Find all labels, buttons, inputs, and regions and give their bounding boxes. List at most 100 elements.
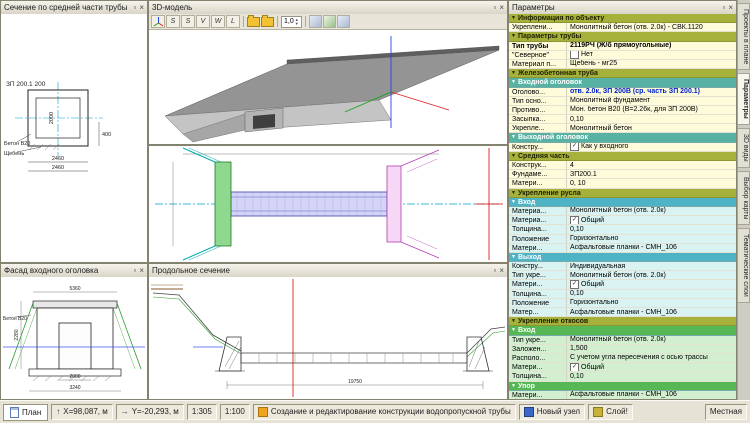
collapse-chevron-icon[interactable]: ▼	[509, 317, 518, 325]
checkbox-checked[interactable]: ✓	[570, 216, 579, 224]
panel-title-bar[interactable]: Сечение по средней части трубы ▫ ×	[1, 1, 147, 15]
checkbox-checked[interactable]: ✓	[570, 363, 579, 371]
param-section-header[interactable]: ▼Укрепление откосов	[509, 317, 736, 326]
param-row[interactable]: Матери...Асфальтовые планки - СМН_106	[509, 244, 736, 253]
open-folder-icon[interactable]	[247, 17, 260, 27]
longitudinal-canvas[interactable]: 19750	[149, 277, 507, 399]
param-row[interactable]: Матер...Асфальтовые планки - СМН_106	[509, 308, 736, 317]
scale-spinner[interactable]: 1,0 ▲▼	[281, 16, 302, 28]
param-value[interactable]: 4	[567, 161, 736, 169]
param-row[interactable]: Тип трубы2119РЧ (Ж/б прямоугольные)	[509, 42, 736, 51]
collapse-chevron-icon[interactable]: ▼	[509, 14, 518, 22]
3d-viewport[interactable]	[149, 30, 507, 144]
section-scale-selector[interactable]: 1:100	[220, 404, 250, 420]
lines-button[interactable]: L	[226, 15, 240, 28]
volume-button[interactable]: V	[196, 15, 210, 28]
param-value[interactable]: Горизонтально	[567, 235, 736, 243]
collapse-chevron-icon[interactable]: ▼	[509, 32, 518, 40]
param-subsection-header[interactable]: ▼Вход	[509, 326, 736, 335]
param-value[interactable]: 0,10	[567, 290, 736, 298]
collapse-chevron-icon[interactable]: ▼	[509, 382, 518, 390]
panel-title-bar[interactable]: Фасад входного оголовка ▫ ×	[1, 264, 147, 278]
param-row[interactable]: Тип осно...Монолитный фундамент	[509, 97, 736, 106]
param-value[interactable]: 0,10	[567, 372, 736, 380]
checkbox-unchecked[interactable]	[570, 51, 579, 59]
param-value[interactable]: 0,10	[567, 225, 736, 233]
param-row[interactable]: ПоложениеГоризонтально	[509, 235, 736, 244]
param-value[interactable]: отв. 2.0к, ЗП 200В (ср. часть ЗП 200.1)	[567, 88, 736, 96]
param-row[interactable]: "Северное"Нет	[509, 51, 736, 60]
param-row[interactable]: Укрепле...Монолитный бетон	[509, 124, 736, 133]
param-row[interactable]: Материа...✓Общий	[509, 216, 736, 225]
param-value[interactable]: Монолитный бетон	[567, 124, 736, 132]
param-subsection-header[interactable]: ▼Вход	[509, 198, 736, 207]
param-value[interactable]: Горизонтально	[567, 299, 736, 307]
param-row[interactable]: Толщина...0,10	[509, 372, 736, 381]
collapse-chevron-icon[interactable]: ▼	[509, 78, 518, 86]
param-row[interactable]: Заложен...1,500	[509, 345, 736, 354]
param-subsection-header[interactable]: ▼Упор	[509, 382, 736, 391]
side-tab-проекты-в-плане[interactable]: Проекты в плане	[738, 3, 750, 70]
side-tab-параметры[interactable]: Параметры	[738, 73, 750, 125]
collapse-chevron-icon[interactable]: ▼	[509, 152, 518, 160]
surface-mode-button[interactable]: S	[166, 15, 180, 28]
param-subsection-header[interactable]: ▼Входной оголовок	[509, 78, 736, 87]
shading-mode-icon[interactable]	[337, 15, 350, 28]
render-mode-icon[interactable]	[323, 15, 336, 28]
plan-scale-selector[interactable]: 1:305	[187, 404, 217, 420]
checkbox-checked[interactable]: ✓	[570, 280, 579, 288]
param-row[interactable]: Засыпка...0,10	[509, 115, 736, 124]
param-value[interactable]: Асфальтовые планки - СМН_106	[567, 308, 736, 316]
param-section-header[interactable]: ▼Параметры трубы	[509, 32, 736, 41]
param-value[interactable]: Нет	[567, 51, 736, 59]
close-icon[interactable]: ×	[139, 3, 144, 13]
param-row[interactable]: Оголово...отв. 2.0к, ЗП 200В (ср. часть …	[509, 88, 736, 97]
param-value[interactable]: 0,10	[567, 115, 736, 123]
param-section-header[interactable]: ▼Средняя часть	[509, 152, 736, 161]
param-row[interactable]: Матери...Асфальтовые планки - СМН_106	[509, 391, 736, 399]
float-window-icon[interactable]: ▫	[493, 266, 496, 276]
surface-button[interactable]: S	[181, 15, 195, 28]
float-window-icon[interactable]: ▫	[722, 3, 725, 13]
section-mid-canvas[interactable]: ЗП 200.1 200 2000 Бетон В20 Щебень	[1, 14, 147, 262]
close-icon[interactable]: ×	[728, 3, 733, 13]
param-row[interactable]: Тип укре...Монолитный бетон (отв. 2.0к)	[509, 271, 736, 280]
param-section-header[interactable]: ▼Укрепление русла	[509, 189, 736, 198]
param-value[interactable]: С учетом угла пересечения с осью трассы	[567, 354, 736, 362]
param-value[interactable]: ЗП200.1	[567, 170, 736, 178]
plan-view-tab[interactable]: План	[3, 404, 48, 421]
param-value[interactable]: Щебень - мг25	[567, 60, 736, 68]
param-row[interactable]: Материа...Монолитный бетон (отв. 2.0к)	[509, 207, 736, 216]
param-value[interactable]: Мон. бетон В20 (В=2.26к, для ЗП 200В)	[567, 106, 736, 114]
side-tab-тематические-слои[interactable]: Тематические слои	[738, 228, 750, 303]
param-row[interactable]: Противо...Мон. бетон В20 (В=2.26к, для З…	[509, 106, 736, 115]
param-row[interactable]: Материал п...Щебень - мг25	[509, 60, 736, 69]
collapse-chevron-icon[interactable]: ▼	[509, 198, 518, 206]
param-value[interactable]: ✓Общий	[567, 280, 736, 288]
param-value[interactable]: ✓Общий	[567, 216, 736, 224]
param-row[interactable]: Располо...С учетом угла пересечения с ос…	[509, 354, 736, 363]
collapse-chevron-icon[interactable]: ▼	[509, 69, 518, 77]
param-row[interactable]: Тип укре...Монолитный бетон (отв. 2.0к)	[509, 336, 736, 345]
param-value[interactable]: 2119РЧ (Ж/б прямоугольные)	[567, 42, 736, 50]
axes-icon[interactable]	[151, 15, 165, 28]
collapse-chevron-icon[interactable]: ▼	[509, 133, 518, 141]
param-section-header[interactable]: ▼Информация по объекту	[509, 14, 736, 23]
param-value[interactable]: Индивидуальная	[567, 262, 736, 270]
collapse-chevron-icon[interactable]: ▼	[509, 189, 518, 197]
param-value[interactable]: Монолитный бетон (отв. 2.0к)	[567, 336, 736, 344]
param-row[interactable]: Матери...0, 10	[509, 179, 736, 188]
close-icon[interactable]: ×	[499, 3, 504, 13]
collapse-chevron-icon[interactable]: ▼	[509, 253, 518, 261]
param-value[interactable]: Монолитный бетон (отв. 2.0к)	[567, 271, 736, 279]
param-section-header[interactable]: ▼Железобетонная труба	[509, 69, 736, 78]
close-icon[interactable]: ×	[139, 266, 144, 276]
float-window-icon[interactable]: ▫	[493, 3, 496, 13]
param-subsection-header[interactable]: ▼Выход	[509, 253, 736, 262]
param-row[interactable]: Конструк...4	[509, 161, 736, 170]
param-value[interactable]: 1,500	[567, 345, 736, 353]
param-value[interactable]: ✓Как у входного	[567, 143, 736, 151]
param-value[interactable]: Монолитный бетон (отв. 2.0к)	[567, 207, 736, 215]
spinner-arrows-icon[interactable]: ▲▼	[295, 18, 299, 26]
param-row[interactable]: ПоложениеГоризонтально	[509, 299, 736, 308]
